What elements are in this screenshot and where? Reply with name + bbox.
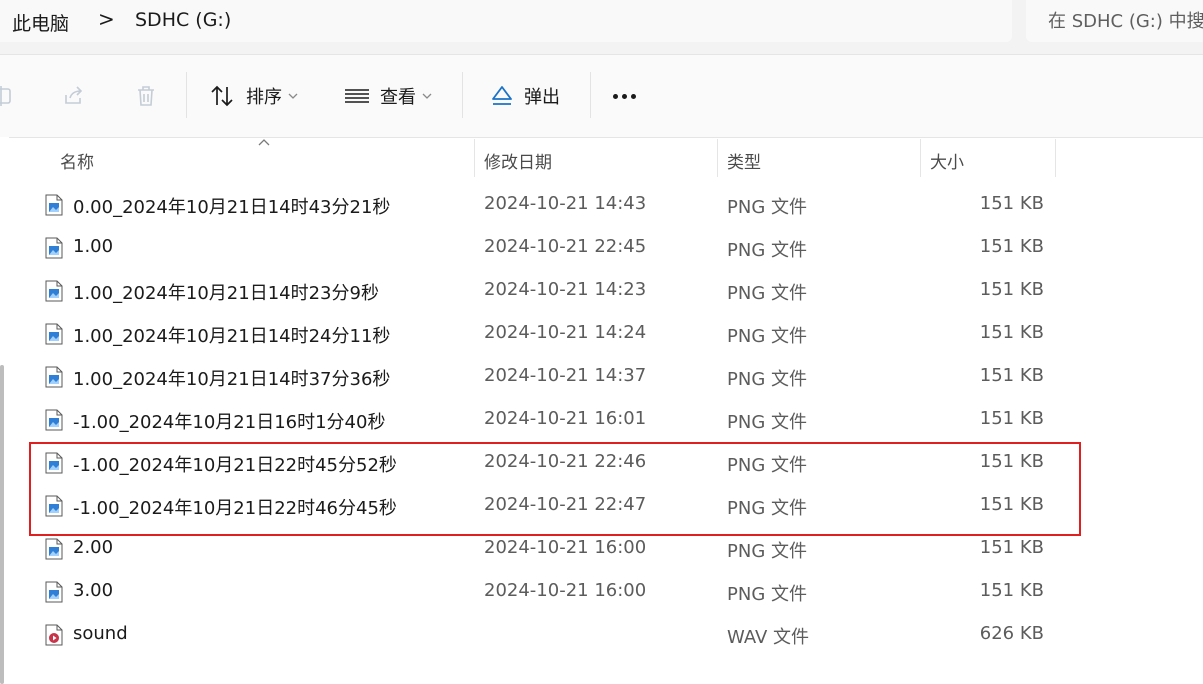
more-options-icon[interactable] [613, 89, 643, 103]
file-date: 2024-10-21 14:23 [484, 279, 647, 300]
file-row[interactable]: sound WAV 文件 626 KB [40, 614, 1050, 657]
file-size: 151 KB [979, 365, 1044, 386]
chevron-down-icon [288, 93, 298, 99]
file-size: 151 KB [979, 193, 1044, 214]
file-type: PNG 文件 [727, 584, 807, 605]
file-row[interactable]: 1.00_2024年10月21日14时37分36秒 2024-10-21 14:3… [40, 356, 1050, 399]
file-name: 1.00 [73, 236, 114, 257]
more-dot [622, 93, 627, 99]
file-type: PNG 文件 [727, 541, 807, 562]
breadcrumb-this-pc[interactable]: 此电脑 [12, 9, 69, 36]
file-row[interactable]: 1.00_2024年10月21日14时24分11秒 2024-10-21 14:2… [40, 313, 1050, 356]
view-icon [345, 89, 369, 103]
address-bar[interactable]: 此电脑 > SDHC (G:) [0, 0, 1012, 42]
file-type: PNG 文件 [727, 369, 807, 390]
more-dot [613, 93, 618, 99]
file-name: 0.00_2024年10月21日14时43分21秒 [73, 197, 391, 218]
address-bar-area: 此电脑 > SDHC (G:) [0, 0, 1203, 54]
file-size: 151 KB [979, 322, 1044, 343]
nav-pane-edge [0, 137, 9, 684]
breadcrumb-separator-icon[interactable]: > [98, 7, 115, 31]
file-size: 626 KB [979, 623, 1044, 644]
file-type: PNG 文件 [727, 412, 807, 433]
file-size: 151 KB [979, 408, 1044, 429]
column-header-size-label: 大小 [930, 153, 964, 173]
file-date: 2024-10-21 16:01 [484, 408, 647, 429]
image-file-icon [45, 538, 63, 560]
view-label: 查看 [380, 87, 416, 108]
search-input[interactable] [1026, 0, 1203, 42]
sort-button[interactable]: 排序 [210, 81, 298, 111]
view-button[interactable]: 查看 [344, 81, 432, 111]
file-name: sound [73, 623, 128, 644]
image-file-icon [45, 194, 63, 216]
more-dot [631, 93, 636, 99]
file-date: 2024-10-21 14:43 [484, 193, 647, 214]
column-header-type[interactable]: 类型 [717, 137, 920, 179]
column-header-name[interactable]: 名称 [50, 137, 474, 179]
file-name: 1.00_2024年10月21日14时24分11秒 [73, 326, 391, 347]
file-type: PNG 文件 [727, 197, 807, 218]
file-size: 151 KB [979, 580, 1044, 601]
file-date: 2024-10-21 14:24 [484, 322, 647, 343]
file-date: 2024-10-21 16:00 [484, 580, 647, 601]
file-type: PNG 文件 [727, 240, 807, 261]
file-row[interactable]: 1.00_2024年10月21日14时23分9秒 2024-10-21 14:23… [40, 270, 1050, 313]
toolbar-divider [590, 72, 591, 118]
image-file-icon [45, 280, 63, 302]
file-type: PNG 文件 [727, 326, 807, 347]
eject-button[interactable]: 弹出 [490, 81, 560, 111]
file-row[interactable]: 0.00_2024年10月21日14时43分21秒 2024-10-21 14:4… [40, 184, 1050, 227]
column-header-date[interactable]: 修改日期 [474, 137, 717, 179]
column-header-date-label: 修改日期 [484, 153, 552, 173]
toolbar-divider [186, 72, 187, 118]
search-box[interactable] [1026, 0, 1203, 42]
column-header-name-label: 名称 [60, 153, 94, 173]
file-date: 2024-10-21 22:45 [484, 236, 647, 257]
image-file-icon [45, 323, 63, 345]
file-row[interactable]: 3.00 2024-10-21 16:00 PNG 文件 151 KB [40, 571, 1050, 614]
file-row[interactable]: 1.00 2024-10-21 22:45 PNG 文件 151 KB [40, 227, 1050, 270]
rename-icon[interactable] [0, 83, 14, 109]
file-date: 2024-10-21 16:00 [484, 537, 647, 558]
file-name: 1.00_2024年10月21日14时23分9秒 [73, 283, 379, 304]
chevron-down-icon [422, 93, 432, 99]
scrollbar-thumb[interactable] [0, 365, 4, 684]
command-bar: 排序 查看 弹出 [0, 55, 1203, 137]
sort-label: 排序 [246, 87, 282, 108]
file-name: -1.00_2024年10月21日16时1分40秒 [73, 412, 386, 433]
image-file-icon [45, 581, 63, 603]
file-size: 151 KB [979, 236, 1044, 257]
share-icon[interactable] [61, 83, 87, 109]
column-header-size[interactable]: 大小 [920, 137, 1055, 179]
breadcrumb-drive[interactable]: SDHC (G:) [135, 9, 231, 31]
file-name: 1.00_2024年10月21日14时37分36秒 [73, 369, 391, 390]
file-name: 3.00 [73, 580, 114, 601]
file-date: 2024-10-21 14:37 [484, 365, 647, 386]
image-file-icon [45, 237, 63, 259]
image-file-icon [45, 409, 63, 431]
file-size: 151 KB [979, 537, 1044, 558]
file-name: 2.00 [73, 537, 114, 558]
sort-icon [211, 85, 233, 107]
audio-file-icon [45, 624, 63, 646]
column-header-type-label: 类型 [727, 153, 761, 173]
eject-label: 弹出 [524, 87, 560, 108]
file-type: PNG 文件 [727, 283, 807, 304]
eject-icon [492, 86, 512, 105]
toolbar-divider [462, 72, 463, 118]
file-type: WAV 文件 [727, 627, 810, 648]
delete-icon[interactable] [133, 83, 159, 109]
file-row[interactable]: -1.00_2024年10月21日16时1分40秒 2024-10-21 16:0… [40, 399, 1050, 442]
image-file-icon [45, 366, 63, 388]
file-size: 151 KB [979, 279, 1044, 300]
column-resize-handle[interactable] [1055, 139, 1056, 177]
highlight-box [29, 442, 1081, 536]
